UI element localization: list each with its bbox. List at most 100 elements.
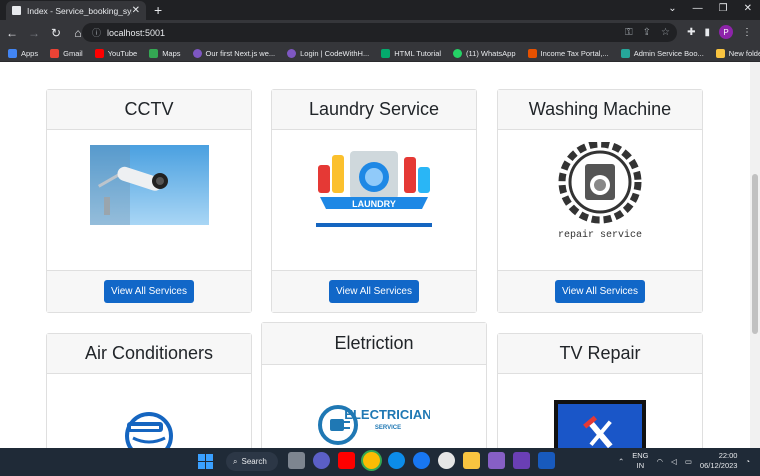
bookmark-apps[interactable]: Apps [8,48,38,58]
share-icon[interactable]: ⇪ [643,27,651,38]
terminal-icon[interactable] [513,452,530,469]
search-icon: ⌕ [233,456,238,466]
service-card-electrician: Eletriction ELECTRICIAN SERVICE [261,322,487,448]
w3schools-icon [381,48,391,58]
page-favicon-icon [12,6,21,15]
washing-machine-repair-image: repair service [558,142,642,241]
clock[interactable]: 22:00 06/12/2023 [700,451,738,471]
card-footer: View All Services [47,270,251,312]
card-title: Eletriction [262,323,486,365]
word-icon[interactable] [538,452,555,469]
battery-icon[interactable]: ▭ [685,457,692,466]
edge-icon[interactable] [388,452,405,469]
windows-start-icon[interactable] [198,454,213,469]
bookmark-new-folder[interactable]: New folder [715,48,760,58]
card-footer: View All Services [272,270,476,312]
laundry-logo-text: LAUNDRY [352,199,396,209]
forward-icon[interactable]: → [24,26,44,40]
bookmark-nextjs[interactable]: Our first Next.js we... [192,48,275,58]
card-title: TV Repair [498,334,702,374]
browser-tab-strip: Index - Service_booking_system ✕ + ⌄ — ❐… [0,0,760,20]
bookmark-maps[interactable]: Maps [149,48,181,58]
bookmark-admin-service[interactable]: Admin Service Boo... [620,48,704,58]
view-all-services-button[interactable]: View All Services [555,280,645,303]
facebook-icon[interactable] [413,452,430,469]
meet-icon[interactable] [313,452,330,469]
site-icon [620,48,630,58]
task-view-icon[interactable] [288,452,305,469]
whatsapp-icon [453,48,463,58]
restore-icon[interactable]: ❐ [719,3,728,14]
electrician-logo-text: ELECTRICIAN [344,407,430,422]
view-all-services-button[interactable]: View All Services [329,280,419,303]
maps-icon [149,48,159,58]
language-indicator[interactable]: ENG IN [632,451,648,471]
tab-title: Index - Service_booking_system [27,5,132,16]
minimize-icon[interactable]: — [693,3,703,14]
file-explorer-icon[interactable] [463,452,480,469]
taskbar-search-label: Search [241,457,267,466]
taskbar-apps [288,452,555,469]
chrome-icon[interactable] [363,452,380,469]
tab-search-icon[interactable]: ⌄ [668,3,676,14]
notification-bell-icon[interactable]: ◔ [745,457,750,466]
close-window-icon[interactable]: ✕ [744,3,752,14]
service-card-tv-repair: TV Repair [497,333,703,448]
new-tab-icon[interactable]: + [154,2,162,18]
address-bar-actions: ⚿ ⇪ ☆ [625,27,670,38]
profile-avatar[interactable]: P [719,25,733,39]
card-body: ELECTRICIAN SERVICE [262,365,486,448]
scrollbar-thumb[interactable] [752,174,758,334]
back-icon[interactable]: ← [2,26,22,40]
view-all-services-button[interactable]: View All Services [104,280,194,303]
window-controls: ⌄ — ❐ ✕ [668,3,752,14]
bookmarks-bar: Apps Gmail YouTube Maps Our first Next.j… [0,45,760,62]
repair-service-text: repair service [558,229,642,241]
visual-studio-icon[interactable] [488,452,505,469]
card-title: Washing Machine [498,90,702,130]
bookmark-star-icon[interactable]: ☆ [661,27,670,38]
bookmark-income-tax[interactable]: Income Tax Portal,... [527,48,609,58]
reload-icon[interactable]: ↻ [46,26,66,40]
card-body: repair service [498,130,702,241]
tv-repair-image [554,400,646,448]
card-title: CCTV [47,90,251,130]
menu-icon[interactable]: ⋮ [742,27,752,38]
side-panel-icon[interactable]: ▮ [704,27,710,38]
messenger-icon[interactable] [438,452,455,469]
chevron-up-icon[interactable]: ⌃ [618,457,624,466]
service-card-laundry: Laundry Service LAUNDRY View All Service… [271,89,477,313]
volume-icon[interactable]: ◁ [671,457,677,466]
bookmark-whatsapp[interactable]: (11) WhatsApp [453,48,516,58]
site-icon [192,48,202,58]
youtube-app-icon[interactable] [338,452,355,469]
card-body [47,130,251,230]
address-bar[interactable]: ⓘ localhost:5001 [82,23,677,42]
cctv-camera-image [89,145,209,225]
key-icon[interactable]: ⚿ [625,27,633,38]
service-card-cctv: CCTV View All Services [46,89,252,313]
system-tray: ⌃ ENG IN ◠ ◁ ▭ 22:00 06/12/2023 ◔ [618,451,750,471]
card-footer: View All Services [498,270,702,312]
page-viewport: CCTV View All Services Laundry Service L… [0,62,750,448]
bookmark-codewithharry[interactable]: Login | CodeWithH... [287,48,369,58]
wifi-icon[interactable]: ◠ [657,457,664,466]
gmail-icon [50,48,60,58]
card-body [498,374,702,448]
bookmark-html-tutorial[interactable]: HTML Tutorial [381,48,441,58]
extensions-icon[interactable]: ✚ [687,27,695,38]
card-title: Laundry Service [272,90,476,130]
service-card-washing-machine: Washing Machine repair service View All … [497,89,703,313]
site-icon [287,48,297,58]
page-scrollbar[interactable] [750,62,760,448]
card-title: Air Conditioners [47,334,251,374]
close-tab-icon[interactable]: ✕ [132,5,140,16]
browser-tab[interactable]: Index - Service_booking_system ✕ [6,1,146,20]
service-card-air-conditioners: Air Conditioners [46,333,252,448]
address-url: localhost:5001 [107,27,166,38]
bookmark-gmail[interactable]: Gmail [50,48,83,58]
bookmark-youtube[interactable]: YouTube [94,48,137,58]
site-info-icon[interactable]: ⓘ [92,26,101,39]
card-body: LAUNDRY [272,130,476,230]
taskbar-search[interactable]: ⌕ Search [226,452,278,471]
